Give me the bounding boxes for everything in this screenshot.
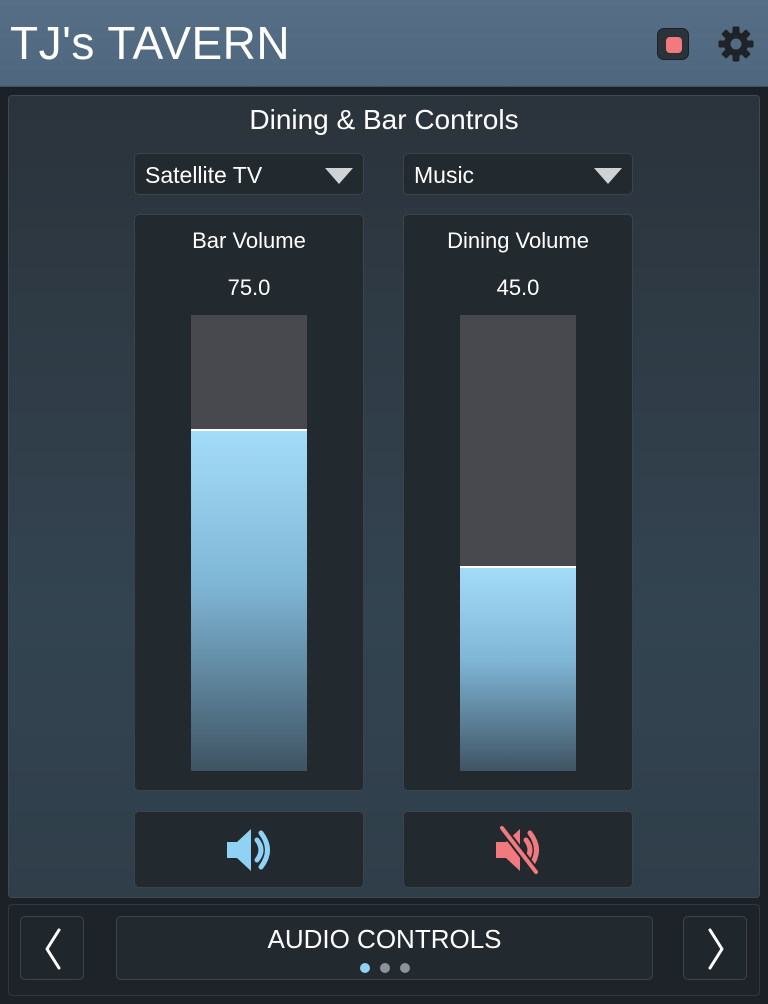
bar-volume-title: Bar Volume <box>192 228 306 253</box>
controls-panel <box>8 95 760 898</box>
app-title: TJ's TAVERN <box>10 17 291 69</box>
page-indicator <box>117 963 652 973</box>
bar-mute-button[interactable] <box>134 811 364 888</box>
dining-volume-slider[interactable] <box>460 315 576 771</box>
bar-volume-slider[interactable] <box>191 315 307 771</box>
bar-volume-card: Bar Volume 75.0 <box>134 214 364 791</box>
previous-page-button[interactable] <box>20 916 84 980</box>
dining-source-value: Music <box>414 162 475 188</box>
next-page-button[interactable] <box>683 916 747 980</box>
chevron-right-icon <box>708 928 724 970</box>
chevron-down-icon <box>325 168 353 184</box>
dining-volume-value: 45.0 <box>496 275 540 300</box>
chevron-down-icon <box>594 168 622 184</box>
bar-source-value: Satellite TV <box>145 162 263 188</box>
panel-title: Dining & Bar Controls <box>249 104 519 135</box>
chevron-left-icon <box>45 928 61 970</box>
stop-button[interactable] <box>657 28 689 60</box>
gear-icon <box>718 26 754 62</box>
page-dot[interactable] <box>399 963 410 973</box>
speaker-muted-icon <box>496 824 540 876</box>
page-dot[interactable] <box>359 963 370 973</box>
header-bar: TJ's TAVERN <box>0 0 768 87</box>
bar-source-dropdown[interactable]: Satellite TV <box>134 153 364 195</box>
page-dot[interactable] <box>379 963 390 973</box>
dining-source-dropdown[interactable]: Music <box>403 153 633 195</box>
settings-button[interactable] <box>717 25 755 63</box>
stop-icon <box>666 37 682 53</box>
bar-volume-fill <box>191 429 307 771</box>
dining-volume-fill <box>460 565 576 771</box>
dining-volume-title: Dining Volume <box>447 228 589 253</box>
bar-volume-value: 75.0 <box>227 275 271 300</box>
speaker-icon <box>227 829 270 871</box>
dining-mute-button[interactable] <box>403 811 633 888</box>
page-label: AUDIO CONTROLS <box>267 924 502 954</box>
dining-volume-card: Dining Volume 45.0 <box>403 214 633 791</box>
page-label-box: AUDIO CONTROLS <box>116 916 653 980</box>
